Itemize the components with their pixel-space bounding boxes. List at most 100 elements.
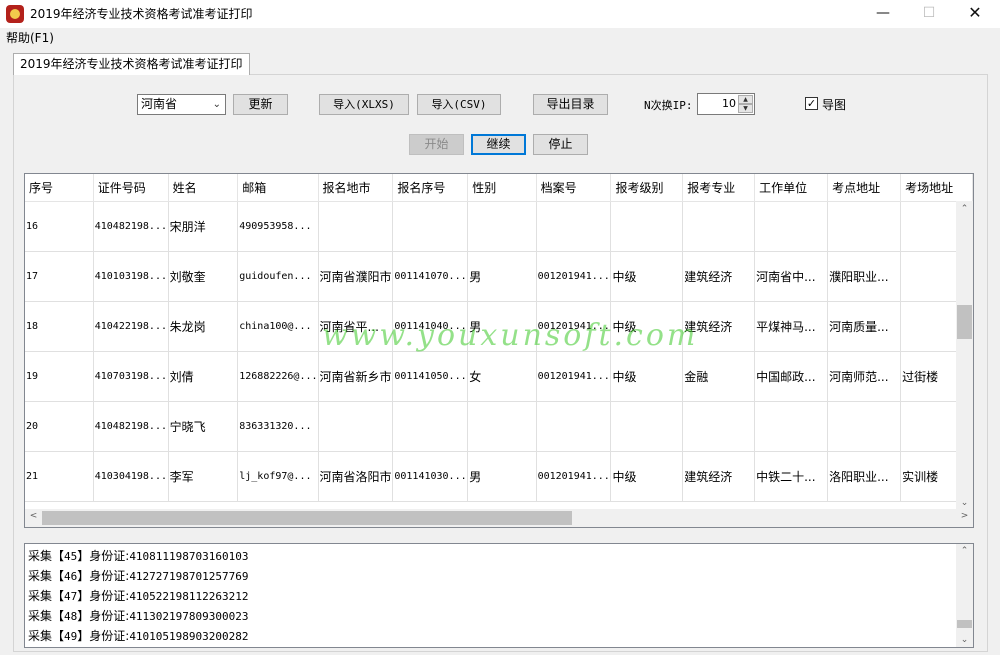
table-cell[interactable]: 濮阳职业... bbox=[827, 251, 902, 302]
scroll-up-icon[interactable]: ⌃ bbox=[956, 204, 973, 214]
table-cell[interactable]: 001141050... bbox=[392, 351, 469, 402]
table-cell[interactable]: 李军 bbox=[168, 451, 239, 502]
table-row[interactable]: 17 410103198... 刘敬奎 guidoufen... 河南省濮阳市 00114… bbox=[25, 251, 973, 302]
table-cell[interactable]: 001201941... bbox=[536, 351, 612, 402]
table-cell[interactable]: 中级 bbox=[610, 451, 684, 502]
table-cell[interactable]: 朱龙岗 bbox=[168, 301, 239, 352]
table-cell[interactable]: 金融 bbox=[682, 351, 756, 402]
scroll-up-icon[interactable]: ⌃ bbox=[956, 546, 973, 556]
export-image-checkbox[interactable]: ✓ bbox=[805, 97, 818, 110]
column-header[interactable]: 报名序号 bbox=[392, 174, 469, 202]
table-cell[interactable] bbox=[318, 201, 394, 252]
minimize-icon[interactable]: — bbox=[860, 0, 906, 28]
province-select[interactable]: 河南省 ⌄ bbox=[137, 94, 226, 115]
table-cell[interactable]: 女 bbox=[467, 351, 537, 402]
chevron-down-icon[interactable]: ⌄ bbox=[213, 95, 221, 114]
column-header[interactable]: 档案号 bbox=[536, 174, 612, 202]
table-cell[interactable] bbox=[754, 401, 829, 452]
table-cell[interactable]: 河南省中... bbox=[754, 251, 829, 302]
menu-help[interactable]: 帮助(F1) bbox=[6, 29, 54, 46]
column-header[interactable]: 姓名 bbox=[168, 174, 239, 202]
table-cell[interactable]: 河南省濮阳市 bbox=[318, 251, 394, 302]
table-cell[interactable] bbox=[682, 401, 756, 452]
table-cell[interactable]: 河南师范... bbox=[827, 351, 902, 402]
table-cell[interactable]: 490953958... bbox=[237, 201, 319, 252]
tab-main[interactable]: 2019年经济专业技术资格考试准考证打印 bbox=[13, 53, 250, 75]
log-vertical-scrollbar[interactable]: ⌃ ⌄ bbox=[956, 544, 973, 647]
table-cell[interactable]: 001201941... bbox=[536, 251, 612, 302]
import-csv-button[interactable]: 导入(CSV) bbox=[417, 94, 501, 115]
table-cell[interactable]: 410422198... bbox=[93, 301, 169, 352]
scrollbar-thumb[interactable] bbox=[957, 620, 972, 628]
table-cell[interactable]: 17 bbox=[25, 251, 94, 302]
column-header[interactable]: 工作单位 bbox=[754, 174, 829, 202]
table-cell[interactable] bbox=[827, 201, 902, 252]
scrollbar-thumb[interactable] bbox=[957, 305, 972, 339]
table-cell[interactable]: 20 bbox=[25, 401, 94, 452]
table-cell[interactable]: 中铁二十... bbox=[754, 451, 829, 502]
table-cell[interactable]: 刘敬奎 bbox=[168, 251, 239, 302]
scroll-right-icon[interactable]: > bbox=[956, 511, 973, 521]
table-cell[interactable]: 410304198... bbox=[93, 451, 169, 502]
table-cell[interactable]: 836331320... bbox=[237, 401, 319, 452]
table-cell[interactable]: 中级 bbox=[610, 251, 684, 302]
table-cell[interactable] bbox=[392, 201, 469, 252]
table-row[interactable]: 21 410304198... 李军 lj_kof97@... 河南省洛阳市 001141… bbox=[25, 451, 973, 502]
table-cell[interactable]: 中级 bbox=[610, 351, 684, 402]
scroll-down-icon[interactable]: ⌄ bbox=[956, 635, 973, 645]
table-cell[interactable] bbox=[610, 401, 684, 452]
table-cell[interactable]: guidoufen... bbox=[237, 251, 319, 302]
table-cell[interactable] bbox=[610, 201, 684, 252]
start-button[interactable]: 开始 bbox=[409, 134, 464, 155]
table-cell[interactable] bbox=[467, 201, 537, 252]
table-cell[interactable]: 410482198... bbox=[93, 401, 169, 452]
column-header[interactable]: 证件号码 bbox=[93, 174, 169, 202]
column-header[interactable]: 报名地市 bbox=[318, 174, 394, 202]
table-cell[interactable]: 16 bbox=[25, 201, 94, 252]
log-output[interactable]: 采集【45】身份证:410811198703160103 采集【46】身份证:41… bbox=[24, 543, 974, 648]
table-cell[interactable]: 410482198... bbox=[93, 201, 169, 252]
close-icon[interactable]: ✕ bbox=[952, 0, 998, 28]
table-cell[interactable]: 建筑经济 bbox=[682, 251, 756, 302]
table-cell[interactable]: 洛阳职业... bbox=[827, 451, 902, 502]
column-header[interactable]: 报考级别 bbox=[610, 174, 684, 202]
table-cell[interactable]: 21 bbox=[25, 451, 94, 502]
table-cell[interactable] bbox=[682, 201, 756, 252]
table-row[interactable]: 16 410482198... 宋朋洋 490953958... bbox=[25, 201, 973, 252]
table-cell[interactable] bbox=[827, 401, 902, 452]
refresh-button[interactable]: 更新 bbox=[233, 94, 288, 115]
table-cell[interactable]: 18 bbox=[25, 301, 94, 352]
table-cell[interactable]: 宁晓飞 bbox=[168, 401, 239, 452]
grid-horizontal-scrollbar[interactable]: < > bbox=[25, 509, 973, 527]
column-header[interactable]: 考场地址 bbox=[900, 174, 973, 202]
stop-button[interactable]: 停止 bbox=[533, 134, 588, 155]
table-cell[interactable]: lj_kof97@... bbox=[237, 451, 319, 502]
ip-spinner[interactable]: 10 ▲ ▼ bbox=[697, 93, 755, 115]
column-header[interactable]: 序号 bbox=[25, 174, 94, 202]
table-cell[interactable]: 刘倩 bbox=[168, 351, 239, 402]
import-xlsx-button[interactable]: 导入(XLXS) bbox=[319, 94, 409, 115]
column-header[interactable]: 性别 bbox=[467, 174, 537, 202]
table-cell[interactable] bbox=[536, 201, 612, 252]
table-row[interactable]: 20 410482198... 宁晓飞 836331320... bbox=[25, 401, 973, 452]
table-cell[interactable]: 宋朋洋 bbox=[168, 201, 239, 252]
table-cell[interactable]: 410103198... bbox=[93, 251, 169, 302]
column-header[interactable]: 邮箱 bbox=[237, 174, 319, 202]
column-header[interactable]: 考点地址 bbox=[827, 174, 902, 202]
table-cell[interactable]: 建筑经济 bbox=[682, 451, 756, 502]
scrollbar-thumb[interactable] bbox=[42, 511, 572, 525]
table-cell[interactable]: 001141070... bbox=[392, 251, 469, 302]
table-cell[interactable] bbox=[392, 401, 469, 452]
table-cell[interactable] bbox=[754, 201, 829, 252]
table-cell[interactable] bbox=[318, 401, 394, 452]
table-cell[interactable]: 中国邮政... bbox=[754, 351, 829, 402]
table-cell[interactable]: china100@... bbox=[237, 301, 319, 352]
table-cell[interactable]: 126882226@... bbox=[237, 351, 319, 402]
export-dir-button[interactable]: 导出目录 bbox=[533, 94, 608, 115]
table-cell[interactable]: 平煤神马... bbox=[754, 301, 829, 352]
spin-down-icon[interactable]: ▼ bbox=[738, 104, 753, 113]
maximize-icon[interactable]: ☐ bbox=[906, 0, 952, 28]
table-cell[interactable] bbox=[467, 401, 537, 452]
table-cell[interactable]: 男 bbox=[467, 251, 537, 302]
table-cell[interactable]: 河南省新乡市 bbox=[318, 351, 394, 402]
